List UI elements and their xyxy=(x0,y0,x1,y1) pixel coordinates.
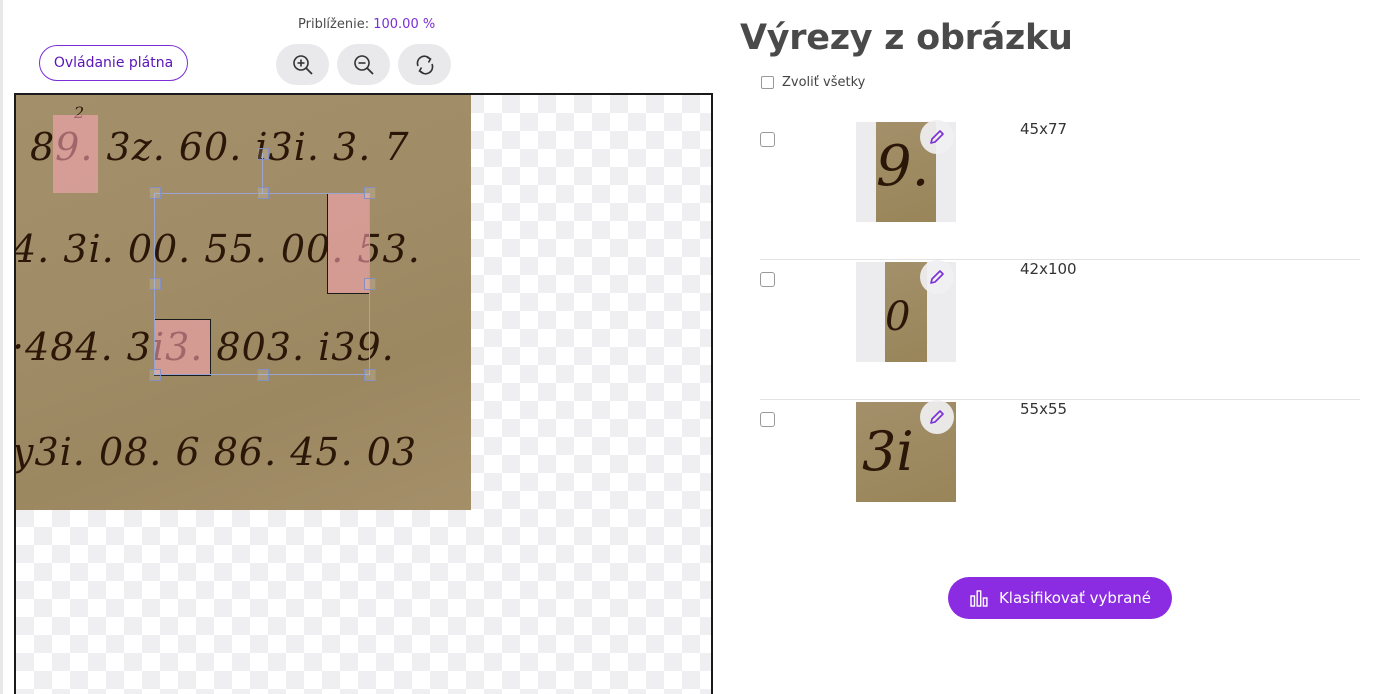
select-all-checkbox[interactable] xyxy=(761,76,774,89)
zoom-in-button[interactable] xyxy=(276,44,329,85)
zoom-in-icon xyxy=(292,54,313,75)
zoom-out-icon xyxy=(353,54,374,75)
resize-handle[interactable] xyxy=(257,369,269,381)
zoom-level: Priblíženie: 100.00 % xyxy=(298,17,435,32)
resize-handle[interactable] xyxy=(364,278,376,290)
classify-selected-button[interactable]: Klasifikovať vybrané xyxy=(948,577,1172,619)
panel-title: Výrezy z obrázku xyxy=(740,18,1073,58)
resize-handle[interactable] xyxy=(149,369,161,381)
crop-checkbox[interactable] xyxy=(760,412,775,427)
canvas-controls-button[interactable]: Ovládanie plátna xyxy=(39,45,188,81)
zoom-out-button[interactable] xyxy=(337,44,390,85)
pencil-icon xyxy=(930,410,944,424)
crop-checkbox[interactable] xyxy=(760,132,775,147)
reset-view-button[interactable] xyxy=(398,44,451,85)
resize-handle[interactable] xyxy=(149,278,161,290)
bar-chart-icon xyxy=(970,590,988,607)
edit-crop-button[interactable] xyxy=(920,260,954,294)
crop-checkbox[interactable] xyxy=(760,272,775,287)
edit-crop-button[interactable] xyxy=(920,400,954,434)
pencil-icon xyxy=(930,270,944,284)
resize-handle[interactable] xyxy=(364,369,376,381)
crop-dimensions: 42x100 xyxy=(1020,260,1077,278)
crop-region[interactable] xyxy=(53,115,98,193)
manuscript-line: y3i. 08. 6 86. 45. 03 xyxy=(16,430,418,474)
image-canvas[interactable]: 89. 3z. 60. i3i. 3. 7 2 4. 3i. 00. 55. 0… xyxy=(14,93,713,694)
select-all[interactable]: Zvoliť všetky xyxy=(761,75,865,90)
selection-frame[interactable] xyxy=(154,193,370,375)
crop-dimensions: 55x55 xyxy=(1020,400,1068,418)
crop-dimensions: 45x77 xyxy=(1020,120,1068,138)
zoom-value: 100.00 % xyxy=(373,17,436,32)
zoom-label-text: Priblíženie: xyxy=(298,17,370,32)
crop-list-item: 0 42x100 xyxy=(760,260,1360,400)
rotate-reset-icon xyxy=(416,54,433,75)
crop-list-item: 9. 45x77 xyxy=(760,120,1360,260)
left-edge-bar xyxy=(0,0,3,694)
rotate-handle[interactable] xyxy=(257,148,269,160)
resize-handle[interactable] xyxy=(364,187,376,199)
classify-label: Klasifikovať vybrané xyxy=(998,589,1152,607)
resize-handle[interactable] xyxy=(257,187,269,199)
resize-handle[interactable] xyxy=(149,187,161,199)
pencil-icon xyxy=(930,130,944,144)
crop-list-item: 3i 55x55 xyxy=(760,400,1360,540)
select-all-label: Zvoliť všetky xyxy=(782,75,866,90)
edit-crop-button[interactable] xyxy=(920,120,954,154)
